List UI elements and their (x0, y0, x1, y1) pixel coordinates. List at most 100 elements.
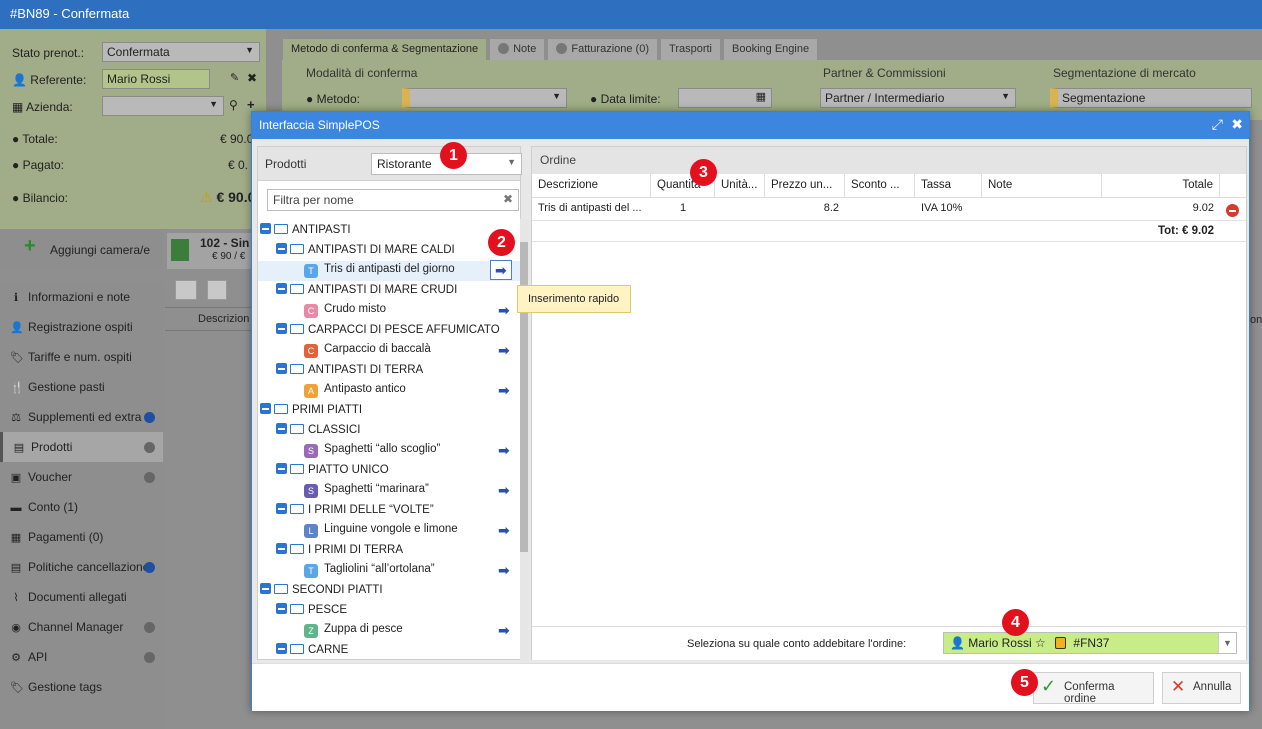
tree-subgroup[interactable]: I PRIMI DELLE “VOLTE” (258, 501, 520, 521)
tree-subgroup[interactable]: I PRIMI DI TERRA (258, 541, 520, 561)
room-card[interactable]: 102 - Sin € 90 / € (167, 233, 257, 269)
row-quantita[interactable]: 1 (651, 198, 715, 220)
add-icon[interactable]: + (247, 97, 255, 112)
quick-insert-arrow-icon[interactable]: ➡ (498, 341, 510, 359)
tree-subgroup[interactable]: CARNE (258, 641, 520, 661)
tree-subgroup[interactable]: ANTIPASTI DI TERRA (258, 361, 520, 381)
collapse-icon[interactable] (276, 323, 287, 334)
col-tassa[interactable]: Tassa (915, 174, 982, 198)
remove-row-icon[interactable] (1226, 204, 1239, 217)
sidebar-item[interactable]: ▤ Politiche cancellazione (0, 552, 163, 582)
close-icon[interactable]: ✖ (1231, 116, 1243, 133)
search-icon[interactable]: ⚲ (229, 98, 238, 112)
quick-insert-arrow-icon[interactable]: ➡ (498, 561, 510, 579)
collapse-icon[interactable] (260, 583, 271, 594)
product-item[interactable]: T Tagliolini “all’ortolana” ➡ (258, 561, 520, 581)
tree-subgroup[interactable]: ANTIPASTI DI MARE CRUDI (258, 281, 520, 301)
product-item[interactable]: C Crudo misto ➡ (258, 301, 520, 321)
sidebar-item[interactable]: ▦ Pagamenti (0) (0, 522, 163, 552)
collapse-icon[interactable] (276, 363, 287, 374)
sidebar-item[interactable]: 👤 Registrazione ospiti (0, 312, 163, 342)
col-totale[interactable]: Totale (1102, 174, 1220, 198)
confirm-order-button[interactable]: ✓ Conferma ordine (1033, 672, 1154, 705)
quick-insert-arrow-icon[interactable]: ➡ (498, 621, 510, 639)
col-prezzo[interactable]: Prezzo un... (765, 174, 845, 198)
tab-metodo-conferma[interactable]: Metodo di conferma & Segmentazione (282, 38, 488, 60)
product-item[interactable]: A Antipasto antico ➡ (258, 381, 520, 401)
data-limite-field[interactable]: ▦ (678, 88, 772, 108)
collapse-icon[interactable] (276, 643, 287, 654)
tab-trasporti[interactable]: Trasporti (660, 38, 722, 60)
row-prezzo[interactable]: 8.2 (765, 198, 845, 220)
tree-subgroup[interactable]: CARPACCI DI PESCE AFFUMICATO (258, 321, 520, 341)
remove-button[interactable] (207, 280, 227, 300)
collapse-icon[interactable] (276, 243, 287, 254)
sidebar-item[interactable]: ▤ Prodotti (0, 432, 163, 462)
add-icon[interactable]: + (24, 235, 36, 258)
product-item[interactable]: S Spaghetti “marinara” ➡ (258, 481, 520, 501)
quick-insert-arrow-icon[interactable]: ➡ (498, 301, 510, 319)
col-descrizione[interactable]: Descrizione (532, 174, 651, 198)
quick-insert-arrow-icon[interactable]: ➡ (490, 260, 512, 280)
col-sconto[interactable]: Sconto ... (845, 174, 915, 198)
clear-icon[interactable]: ✖ (503, 192, 513, 206)
tree-group[interactable]: SECONDI PIATTI (258, 581, 520, 601)
collapse-icon[interactable] (276, 603, 287, 614)
tree-subgroup[interactable]: PIATTO UNICO (258, 461, 520, 481)
partner-select[interactable]: Partner / Intermediario ▼ (820, 88, 1016, 108)
quick-insert-arrow-icon[interactable]: ➡ (498, 381, 510, 399)
sidebar-item[interactable]: ▬ Conto (1) (0, 492, 163, 522)
tree-group[interactable]: PRIMI PIATTI (258, 401, 520, 421)
close-icon[interactable]: ✖ (247, 71, 257, 85)
row-tassa[interactable]: IVA 10% (915, 198, 982, 220)
tab-note[interactable]: Note (489, 38, 546, 60)
edit-icon[interactable]: ✎ (230, 71, 239, 84)
sidebar-item[interactable]: ⚖ Supplementi ed extra (0, 402, 163, 432)
list-view-button[interactable] (175, 280, 197, 300)
add-room-button[interactable]: Aggiungi camera/e (50, 243, 150, 257)
folder-icon (290, 244, 304, 254)
collapse-icon[interactable] (276, 543, 287, 554)
tree-subgroup[interactable]: CLASSICI (258, 421, 520, 441)
quick-insert-arrow-icon[interactable]: ➡ (498, 481, 510, 499)
sidebar-item[interactable]: 🏷 Gestione tags (0, 672, 163, 702)
sidebar-item[interactable]: ℹ Informazioni e note (0, 282, 163, 312)
tab-fatturazione[interactable]: Fatturazione (0) (547, 38, 659, 60)
tree-group[interactable]: ANTIPASTI (258, 221, 520, 241)
collapse-icon[interactable] (276, 423, 287, 434)
policy-icon: ▤ (10, 562, 22, 574)
product-item[interactable]: T Tris di antipasti del giorno ➡ (258, 260, 520, 281)
collapse-icon[interactable] (260, 403, 271, 414)
col-note[interactable]: Note (982, 174, 1102, 198)
sidebar-item[interactable]: ⌇ Documenti allegati (0, 582, 163, 612)
metodo-select[interactable]: ▼ (402, 88, 567, 108)
collapse-icon[interactable] (260, 223, 271, 234)
product-item[interactable]: S Spaghetti “allo scoglio” ➡ (258, 441, 520, 461)
tree-subgroup[interactable]: ANTIPASTI DI MARE CALDI (258, 241, 520, 261)
sidebar-item[interactable]: 🏷 Tariffe e num. ospiti (0, 342, 163, 372)
product-item[interactable]: Z Zuppa di pesce ➡ (258, 621, 520, 641)
quick-insert-arrow-icon[interactable]: ➡ (498, 521, 510, 539)
sidebar-item[interactable]: 🍴 Gestione pasti (0, 372, 163, 402)
sidebar-item[interactable]: ⚙ API (0, 642, 163, 672)
collapse-icon[interactable] (276, 283, 287, 294)
col-unita[interactable]: Unità... (715, 174, 765, 198)
segmentazione-select[interactable]: Segmentazione (1050, 88, 1252, 108)
sidebar-item[interactable]: ◉ Channel Manager (0, 612, 163, 642)
azienda-select[interactable]: ▼ (102, 96, 224, 116)
cancel-button[interactable]: ✕ Annulla (1162, 672, 1241, 704)
maximize-icon[interactable]: ⤢ (1212, 116, 1223, 133)
tab-booking-engine[interactable]: Booking Engine (723, 38, 819, 60)
calendar-icon[interactable]: ▦ (756, 90, 766, 103)
quick-insert-arrow-icon[interactable]: ➡ (498, 441, 510, 459)
product-item[interactable]: C Carpaccio di baccalà ➡ (258, 341, 520, 361)
collapse-icon[interactable] (276, 463, 287, 474)
referente-field[interactable]: Mario Rossi (102, 69, 210, 89)
sidebar-item[interactable]: ▣ Voucher (0, 462, 163, 492)
stato-select[interactable]: Confermata ▼ (102, 42, 260, 62)
product-item[interactable]: L Linguine vongole e limone ➡ (258, 521, 520, 541)
collapse-icon[interactable] (276, 503, 287, 514)
filter-input[interactable]: Filtra per nome ✖ (267, 189, 519, 211)
tree-subgroup[interactable]: PESCE (258, 601, 520, 621)
account-select[interactable]: 👤 Mario Rossi ☆ #FN37 ▼ (943, 632, 1237, 654)
